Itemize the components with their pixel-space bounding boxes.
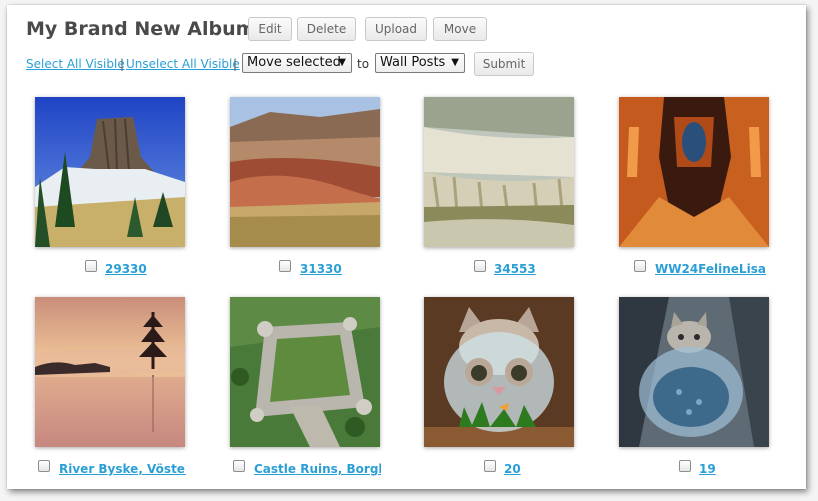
- photo-caption-link[interactable]: Castle Ruins, Borgh: [254, 462, 381, 477]
- photo-thumbnail[interactable]: [424, 97, 574, 247]
- move-button[interactable]: Move: [433, 17, 487, 41]
- photo-caption-link[interactable]: River Byske, Vösterl: [59, 462, 186, 477]
- dropdown-arrow-icon: ▼: [451, 57, 459, 68]
- select-all-link[interactable]: Select All Visible: [26, 56, 125, 72]
- photo-castle-ruins-image: [230, 297, 380, 447]
- photo-thumbnail[interactable]: [35, 97, 185, 247]
- photo-checkbox[interactable]: [233, 460, 245, 472]
- separator: |: [233, 57, 238, 71]
- upload-button[interactable]: Upload: [365, 17, 427, 41]
- photo-thumbnail[interactable]: [35, 297, 185, 447]
- dropdown-arrow-icon: ▼: [338, 57, 346, 68]
- photo-painted-hills-image: [230, 97, 380, 247]
- photo-thumbnail[interactable]: [230, 297, 380, 447]
- photo-checkbox[interactable]: [484, 460, 496, 472]
- album-panel: My Brand New Album Edit Delete Upload Mo…: [7, 5, 806, 489]
- photo-caption-link[interactable]: 31330: [300, 262, 390, 277]
- separator: |: [120, 57, 125, 71]
- destination-select-value: Wall Posts: [380, 55, 446, 70]
- unselect-all-link[interactable]: Unselect All Visible: [126, 56, 240, 72]
- photo-checkbox[interactable]: [474, 260, 486, 272]
- delete-button[interactable]: Delete: [297, 17, 356, 41]
- photo-checkbox[interactable]: [634, 260, 646, 272]
- action-select[interactable]: Move selected ▼: [242, 53, 352, 73]
- destination-select[interactable]: Wall Posts ▼: [375, 53, 465, 73]
- edit-button[interactable]: Edit: [248, 17, 292, 41]
- photo-thumbnail[interactable]: [230, 97, 380, 247]
- photo-travertine-image: [424, 97, 574, 247]
- submit-button[interactable]: Submit: [474, 52, 534, 76]
- photo-caption-link[interactable]: WW24FelineLisa: [655, 262, 795, 277]
- photo-sunset-lake-image: [35, 297, 185, 447]
- photo-caption-link[interactable]: 34553: [494, 262, 584, 277]
- to-label: to: [357, 57, 370, 71]
- photo-thumbnail[interactable]: [619, 97, 769, 247]
- photo-caption-link[interactable]: 20: [504, 462, 564, 477]
- photo-checkbox[interactable]: [279, 260, 291, 272]
- action-select-value: Move selected: [247, 55, 341, 70]
- photo-thumbnail[interactable]: [619, 297, 769, 447]
- photo-butte-image: [35, 97, 185, 247]
- photo-cat-fishbowl-image: [424, 297, 574, 447]
- photo-caption-link[interactable]: 29330: [105, 262, 195, 277]
- photo-checkbox[interactable]: [679, 460, 691, 472]
- photo-checkbox[interactable]: [85, 260, 97, 272]
- photo-red-rock-image: [619, 97, 769, 247]
- photo-cat-in-bowl-image: [619, 297, 769, 447]
- photo-thumbnail[interactable]: [424, 297, 574, 447]
- album-title: My Brand New Album: [26, 18, 256, 40]
- photo-caption-link[interactable]: 19: [699, 462, 759, 477]
- photo-checkbox[interactable]: [38, 460, 50, 472]
